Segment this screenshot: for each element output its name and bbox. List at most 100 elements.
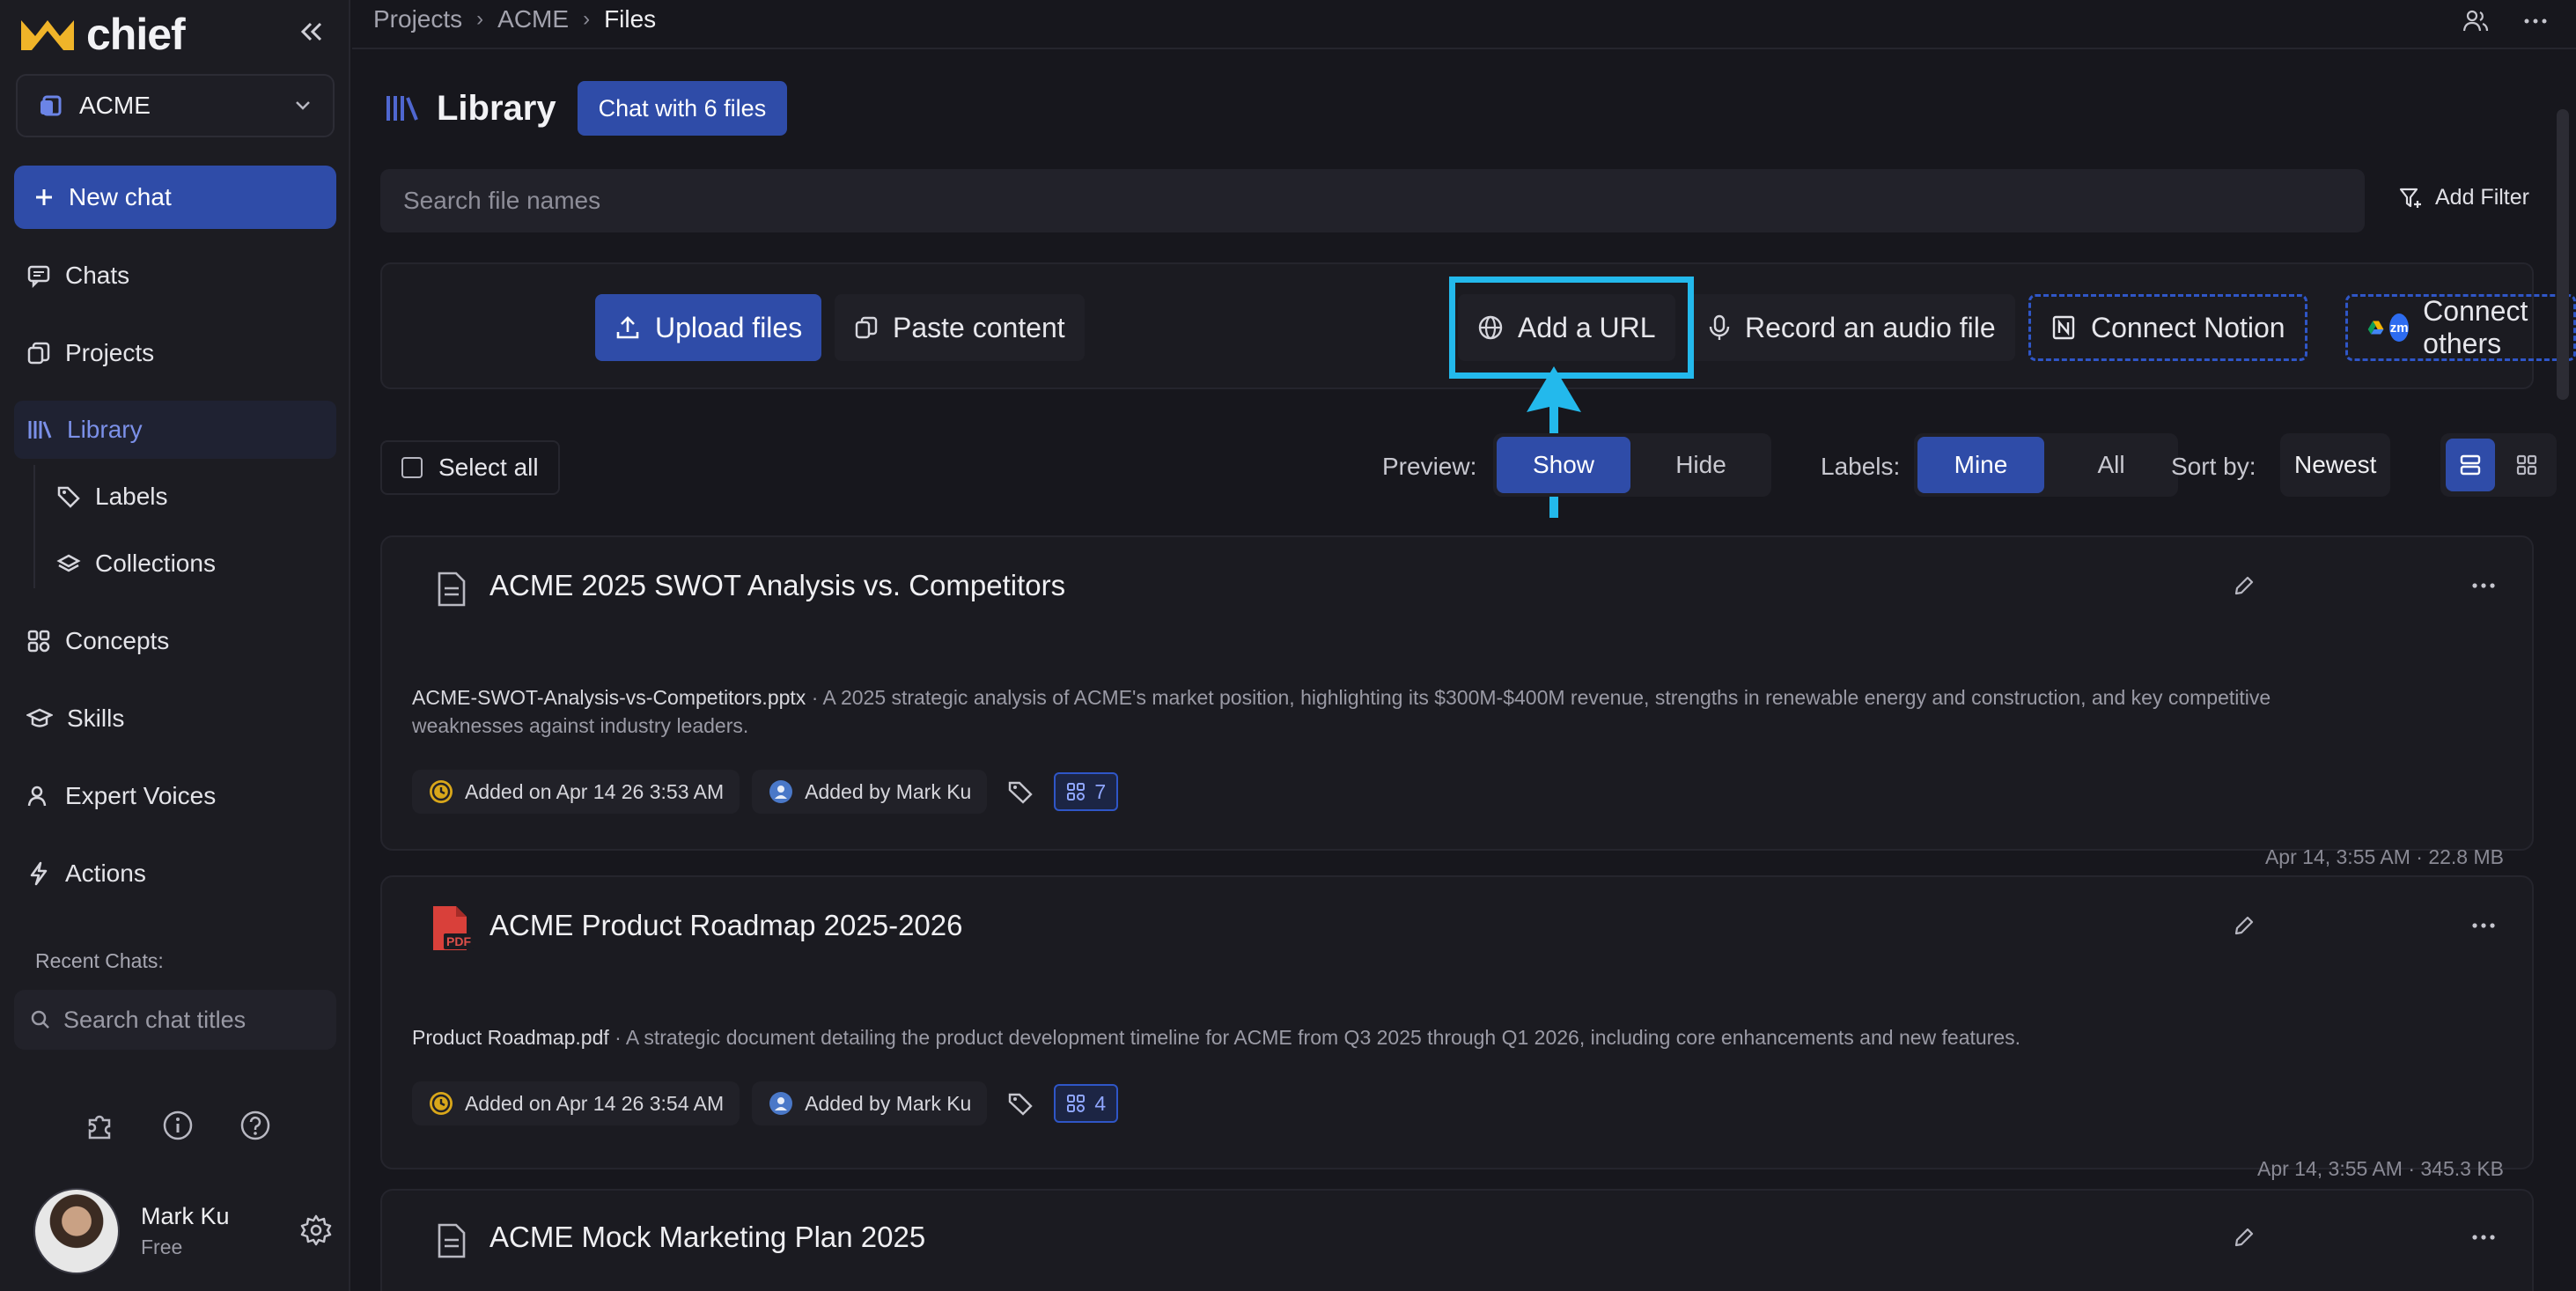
search-file-names-input[interactable]: Search file names <box>380 169 2365 232</box>
notion-icon <box>2052 315 2075 340</box>
sidebar-item-concepts[interactable]: Concepts <box>14 612 336 670</box>
sidebar-item-skills[interactable]: Skills <box>14 690 336 748</box>
user-profile[interactable]: Mark Ku Free <box>33 1187 333 1275</box>
info-icon[interactable] <box>160 1108 195 1143</box>
labels-mine-option[interactable]: Mine <box>1917 437 2044 493</box>
record-audio-button[interactable]: Record an audio file <box>1689 294 2015 361</box>
user-icon <box>769 1092 793 1115</box>
file-card[interactable]: PDF ACME Product Roadmap 2025-2026 Produ… <box>380 875 2534 1180</box>
app-logo[interactable]: chief <box>19 10 186 59</box>
more-options-icon[interactable] <box>2521 7 2550 40</box>
added-by-badge: Added by Mark Ku <box>752 770 988 814</box>
breadcrumb-acme[interactable]: ACME <box>497 5 569 33</box>
tag-icon[interactable] <box>999 1081 1041 1125</box>
file-title[interactable]: ACME Product Roadmap 2025-2026 <box>489 909 962 942</box>
sidebar-item-label: Library <box>67 416 143 443</box>
sidebar-item-collections[interactable]: Collections <box>44 535 336 593</box>
sidebar-item-label: Actions <box>65 859 146 887</box>
connect-notion-button[interactable]: Connect Notion <box>2028 294 2307 361</box>
user-plan: Free <box>141 1236 183 1258</box>
edit-icon[interactable] <box>2233 914 2256 941</box>
sidebar-item-label: Skills <box>67 705 125 732</box>
chat-with-files-button[interactable]: Chat with 6 files <box>577 81 788 136</box>
tag-icon[interactable] <box>999 770 1041 814</box>
list-controls: Select all Preview: Show Hide Labels: Mi… <box>380 433 2557 497</box>
page-title: Library <box>437 88 556 128</box>
user-name: Mark Ku <box>141 1203 230 1229</box>
sidebar-item-projects[interactable]: Projects <box>14 324 336 382</box>
checkbox[interactable] <box>401 457 423 478</box>
projects-icon <box>27 342 50 365</box>
concepts-icon <box>1067 783 1086 800</box>
select-all-label: Select all <box>438 454 539 481</box>
more-options-icon[interactable] <box>2470 1224 2497 1255</box>
sidebar-item-actions[interactable]: Actions <box>14 845 336 903</box>
new-chat-label: New chat <box>69 183 172 210</box>
help-icon[interactable] <box>238 1108 273 1143</box>
collections-count-badge[interactable]: 4 <box>1054 1084 1119 1123</box>
sidebar-item-library[interactable]: Library <box>14 401 336 459</box>
puzzle-icon[interactable] <box>83 1108 118 1143</box>
more-options-icon[interactable] <box>2470 572 2497 603</box>
add-filter-button[interactable]: Add Filter <box>2398 185 2529 210</box>
upload-files-label: Upload files <box>655 311 803 343</box>
clock-icon <box>430 1092 453 1115</box>
preview-show-option[interactable]: Show <box>1497 437 1630 493</box>
connect-others-button[interactable]: zm Connect others <box>2345 294 2576 361</box>
file-title[interactable]: ACME Mock Marketing Plan 2025 <box>489 1221 925 1254</box>
sidebar-item-label: Collections <box>95 550 216 577</box>
sidebar-item-chats[interactable]: Chats <box>14 247 336 305</box>
search-chat-titles-input[interactable]: Search chat titles <box>14 990 336 1050</box>
chevron-right-icon: › <box>583 7 591 31</box>
sidebar-item-expert-voices[interactable]: Expert Voices <box>14 767 336 825</box>
upload-icon <box>616 316 639 339</box>
file-title[interactable]: ACME 2025 SWOT Analysis vs. Competitors <box>489 569 1065 602</box>
subnav-divider <box>33 465 35 588</box>
file-summary: · A strategic document detailing the pro… <box>608 1026 2021 1049</box>
file-meta: Apr 14, 3:55 AM · 22.8 MB <box>2264 845 2504 868</box>
preview-hide-option[interactable]: Hide <box>1634 437 1768 493</box>
concepts-icon <box>27 630 50 653</box>
double-chevron-left-icon <box>300 22 322 41</box>
workspace-selector[interactable]: ACME <box>16 74 335 137</box>
layers-icon <box>56 554 81 572</box>
app-name: chief <box>86 10 186 59</box>
scrollbar[interactable] <box>2557 109 2569 400</box>
chevron-down-icon <box>296 101 310 110</box>
chevron-right-icon: › <box>476 7 484 31</box>
sidebar-item-label: Labels <box>95 483 168 510</box>
more-options-icon[interactable] <box>2470 912 2497 943</box>
breadcrumb: Projects › ACME › Files <box>373 5 656 33</box>
edit-icon[interactable] <box>2233 574 2256 601</box>
file-tags: Added on Apr 14 26 3:54 AM Added by Mark… <box>412 1081 1119 1125</box>
new-chat-button[interactable]: New chat <box>14 166 336 229</box>
sidebar-item-label: Concepts <box>65 627 170 654</box>
gear-icon[interactable] <box>299 1214 333 1251</box>
edit-icon[interactable] <box>2233 1226 2256 1253</box>
library-main: Library Chat with 6 files Search file na… <box>352 51 2576 1291</box>
chief-logo-icon <box>21 20 74 50</box>
sidebar-item-labels[interactable]: Labels <box>44 468 336 526</box>
sort-by-select[interactable]: Newest <box>2280 433 2391 497</box>
collections-count-badge[interactable]: 7 <box>1054 772 1119 811</box>
sidebar: chief ACME New chat Chats Projects Libra… <box>0 0 350 1291</box>
paste-content-button[interactable]: Paste content <box>835 294 1085 361</box>
collapse-sidebar-button[interactable] <box>296 16 328 48</box>
list-view-icon[interactable] <box>2446 439 2495 491</box>
people-icon[interactable] <box>2462 7 2490 40</box>
view-toggle <box>2440 433 2557 497</box>
search-files-placeholder: Search file names <box>403 187 601 214</box>
file-card[interactable]: ACME Mock Marketing Plan 2025 <box>380 1189 2534 1291</box>
document-icon <box>437 571 467 612</box>
library-icon <box>386 96 418 121</box>
file-tags: Added on Apr 14 26 3:53 AM Added by Mark… <box>412 770 1119 814</box>
tag-icon <box>57 486 80 508</box>
clock-icon <box>430 780 453 803</box>
file-card[interactable]: ACME 2025 SWOT Analysis vs. Competitors … <box>380 535 2534 868</box>
select-all-checkbox[interactable]: Select all <box>380 440 560 495</box>
upload-files-button[interactable]: Upload files <box>595 294 822 361</box>
grid-view-icon[interactable] <box>2502 439 2551 491</box>
breadcrumb-projects[interactable]: Projects <box>373 5 462 33</box>
record-audio-label: Record an audio file <box>1745 311 1996 343</box>
labels-all-option[interactable]: All <box>2048 437 2175 493</box>
